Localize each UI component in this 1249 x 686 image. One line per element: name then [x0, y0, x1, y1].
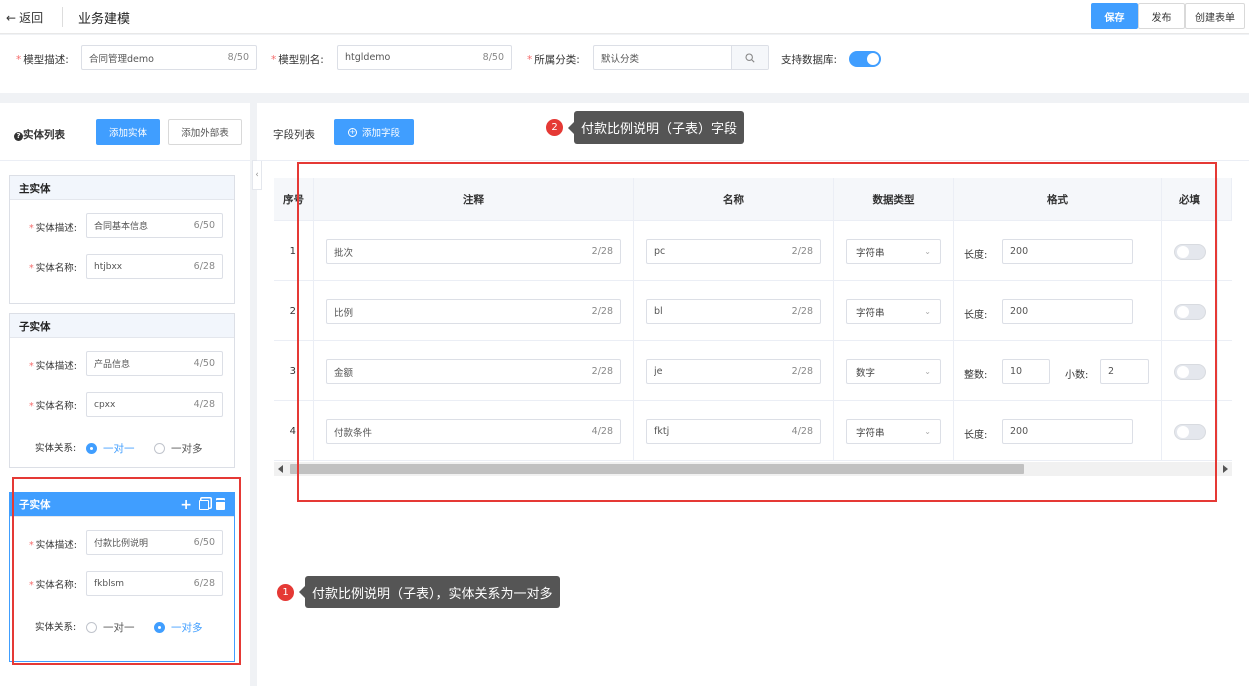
relation-one-to-one-radio[interactable]: 一对一 [86, 441, 135, 456]
plus-circle-icon: + [347, 127, 357, 137]
db-support-label: 支持数据库: [781, 54, 838, 66]
create-form-button[interactable]: 创建表单 [1185, 3, 1245, 29]
child-entity-title: 子实体 [10, 314, 234, 338]
collapse-handle[interactable]: ‹ [252, 160, 262, 190]
help-icon[interactable]: ? [14, 132, 23, 141]
entity-list-title: ? 实体列表 [14, 127, 65, 142]
save-button[interactable]: 保存 [1091, 3, 1138, 29]
main-entity-desc-input[interactable]: 合同基本信息 6/50 [86, 213, 223, 238]
annotation-box-fields [297, 162, 1217, 502]
scroll-left-icon[interactable] [278, 465, 283, 473]
model-desc-input[interactable]: 合同管理demo 8/50 [81, 45, 257, 70]
annotation-badge-1: 1 [276, 583, 295, 602]
model-desc-label: * 模型描述: [16, 54, 69, 66]
col-header-extra [1218, 178, 1232, 221]
category-label: * 所属分类: [527, 54, 580, 66]
annotation-callout-2: 付款比例说明（子表）字段 [567, 111, 745, 144]
add-field-button[interactable]: + 添加字段 [334, 119, 414, 145]
add-entity-button[interactable]: 添加实体 [96, 119, 160, 145]
entity-desc-label: * 实体描述: [29, 361, 77, 372]
model-alias-label: * 模型别名: [271, 54, 324, 66]
field-list-title: 字段列表 [273, 129, 315, 141]
top-bar [0, 0, 1249, 34]
child-entity-name-input[interactable]: cpxx 4/28 [86, 392, 223, 417]
annotation-box-entity [12, 477, 241, 665]
main-entity-title: 主实体 [10, 176, 234, 200]
search-icon[interactable] [731, 46, 768, 69]
divider [0, 160, 250, 161]
scroll-right-icon[interactable] [1223, 465, 1228, 473]
category-input[interactable]: 默认分类 [593, 45, 769, 70]
page-title: 业务建模 [78, 12, 131, 27]
back-label: 返回 [19, 11, 44, 25]
db-support-toggle[interactable] [849, 51, 881, 67]
publish-button[interactable]: 发布 [1138, 3, 1185, 29]
back-link[interactable]: ← 返回 [6, 9, 43, 26]
entity-name-label: * 实体名称: [29, 263, 77, 274]
entity-desc-label: * 实体描述: [29, 223, 77, 234]
entity-relation-label: 实体关系: [35, 443, 77, 454]
add-external-table-button[interactable]: 添加外部表 [168, 119, 242, 145]
main-entity-card[interactable]: 主实体 [9, 175, 235, 304]
annotation-badge-2: 2 [545, 118, 564, 137]
header-divider [62, 7, 63, 27]
arrow-left-icon: ← [6, 10, 17, 25]
relation-one-to-many-radio[interactable]: 一对多 [154, 441, 203, 456]
model-alias-input[interactable]: htgldemo 8/50 [337, 45, 512, 70]
entity-name-label: * 实体名称: [29, 401, 77, 412]
main-entity-name-input[interactable]: htjbxx 6/28 [86, 254, 223, 279]
divider [257, 160, 1249, 161]
annotation-callout-1: 付款比例说明（子表），实体关系为一对多 [299, 576, 560, 608]
child-entity-desc-input[interactable]: 产品信息 4/50 [86, 351, 223, 376]
